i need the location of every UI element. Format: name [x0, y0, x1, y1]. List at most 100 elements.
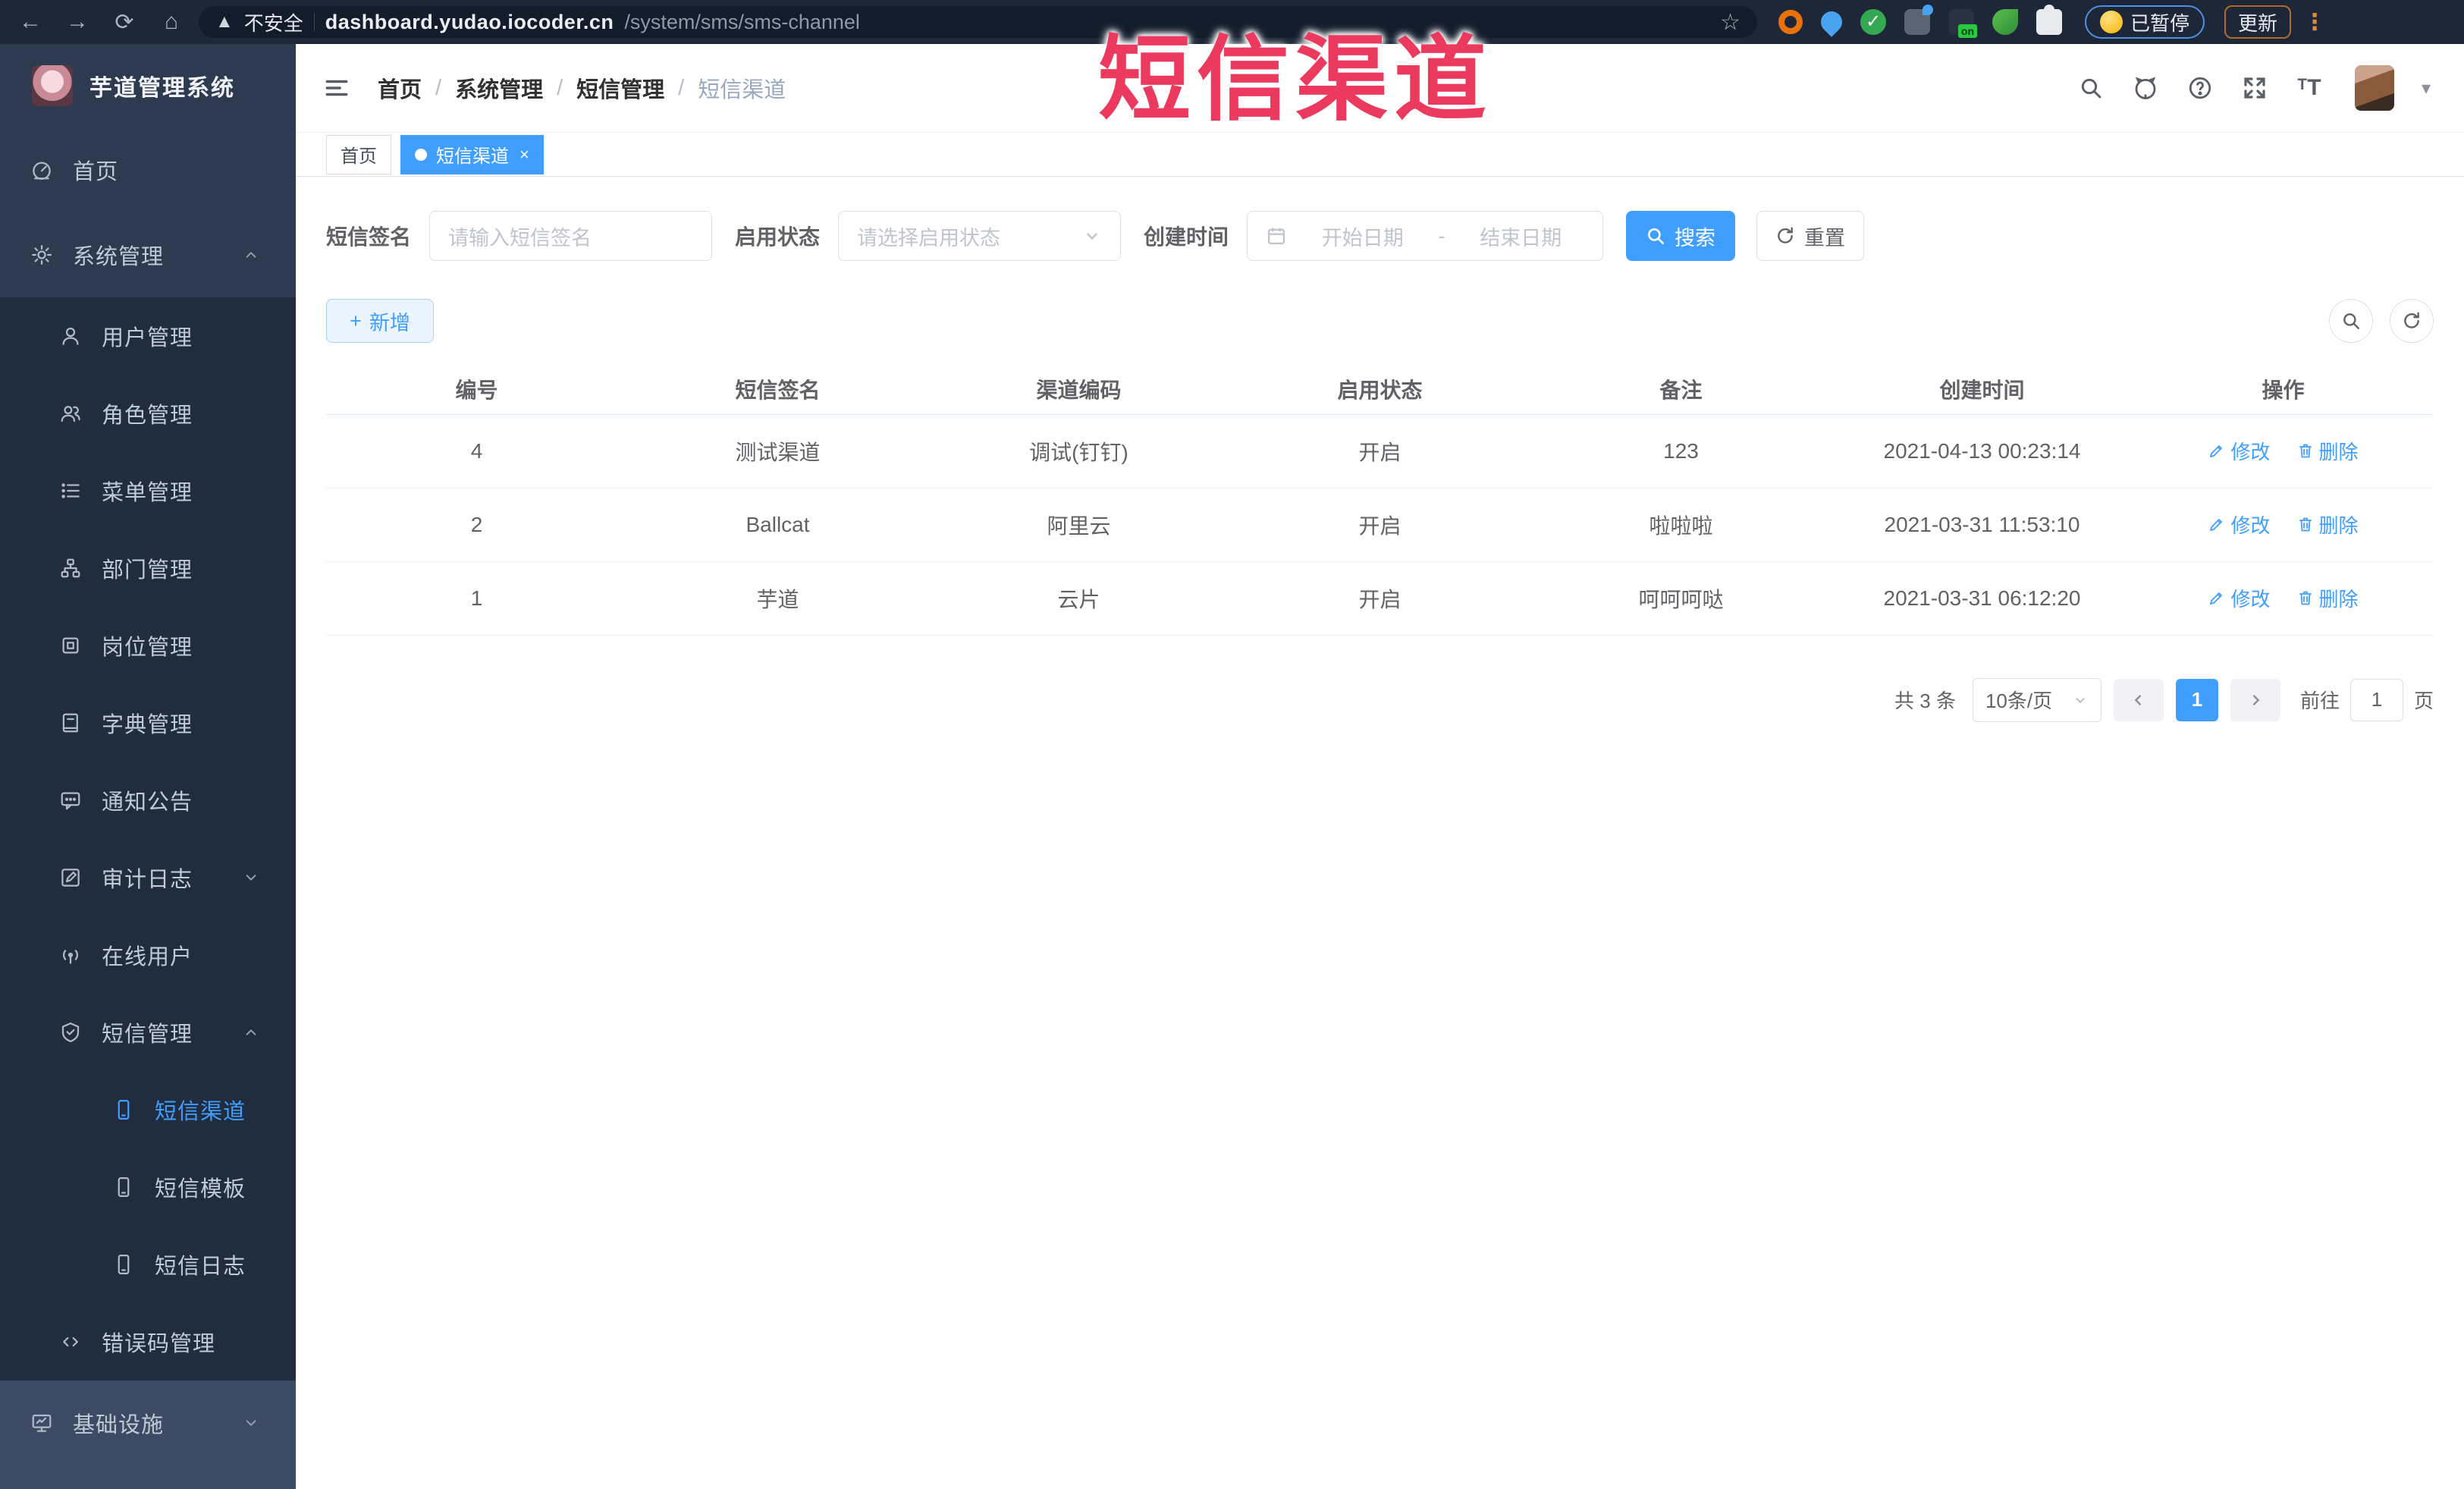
column-header: 备注: [1530, 364, 1832, 415]
help-icon[interactable]: [2186, 74, 2214, 102]
sidebar-item-5[interactable]: 菜单管理: [0, 452, 296, 529]
sidebar-item-17[interactable]: 基础设施: [0, 1381, 296, 1465]
delete-link[interactable]: 删除: [2296, 437, 2359, 465]
tab-label: 首页: [341, 146, 377, 167]
breadcrumb-separator: /: [435, 75, 442, 100]
sidebar-item-15[interactable]: 短信日志: [0, 1226, 296, 1303]
orange-ring-extension-icon[interactable]: [1778, 10, 1803, 34]
edit-icon: [2208, 441, 2226, 460]
breadcrumb-item-4: 短信渠道: [698, 78, 786, 102]
end-date-placeholder[interactable]: 结束日期: [1458, 221, 1585, 251]
delete-link-label: 删除: [2318, 587, 2359, 611]
cell-status: 开启: [1229, 561, 1530, 636]
search-button[interactable]: 搜索: [1626, 211, 1736, 261]
breadcrumb-item-3[interactable]: 短信管理: [576, 72, 664, 104]
menu-list-icon: [59, 479, 82, 502]
plant-extension-icon[interactable]: [1992, 9, 2018, 35]
refresh-table-button[interactable]: [2390, 299, 2434, 343]
header-search-icon[interactable]: [2077, 74, 2105, 102]
sidebar-item-9[interactable]: 通知公告: [0, 762, 296, 839]
collapse-sidebar-icon[interactable]: [322, 75, 352, 101]
browser-forward-icon[interactable]: →: [58, 5, 97, 39]
reset-button[interactable]: 重置: [1756, 211, 1865, 261]
edit-link[interactable]: 修改: [2208, 510, 2271, 539]
cell-sign: Ballcat: [627, 488, 928, 562]
page-number-button[interactable]: 1: [2175, 678, 2218, 721]
sidebar-item-10[interactable]: 审计日志: [0, 839, 296, 916]
edit-link[interactable]: 修改: [2208, 584, 2271, 612]
github-icon[interactable]: [2132, 74, 2159, 102]
sidebar-item-14[interactable]: 短信模板: [0, 1148, 296, 1226]
sidebar-item-6[interactable]: 部门管理: [0, 529, 296, 607]
sidebar-item-11[interactable]: 在线用户: [0, 916, 296, 994]
sidebar-item-1[interactable]: 首页: [0, 127, 296, 212]
add-button[interactable]: + 新增: [326, 299, 434, 343]
address-bar[interactable]: ▲ 不安全 dashboard.yudao.iocoder.cn/system/…: [199, 6, 1757, 38]
sidebar-item-8[interactable]: 字典管理: [0, 684, 296, 762]
refresh-icon: [1778, 227, 1793, 243]
browser-reload-icon[interactable]: ⟳: [105, 5, 144, 39]
paused-extension-badge[interactable]: 已暂停: [2085, 5, 2205, 39]
delete-link[interactable]: 删除: [2296, 510, 2359, 539]
font-size-icon[interactable]: ᵀT: [2296, 74, 2323, 102]
sidebar-item-7[interactable]: 岗位管理: [0, 607, 296, 684]
breadcrumb-separator: /: [678, 75, 685, 100]
avatar-caret-icon[interactable]: ▾: [2422, 77, 2431, 99]
edit-link[interactable]: 修改: [2208, 437, 2271, 465]
sidebar-item-label: 菜单管理: [102, 481, 193, 505]
filter-form: 短信签名 请输入短信签名 启用状态 请选择启用状态 创建时间 开始日期 - 结束…: [326, 211, 2434, 261]
sidebar-item-3[interactable]: 用户管理: [0, 297, 296, 375]
role-icon: [59, 402, 82, 425]
delete-link[interactable]: 删除: [2296, 584, 2359, 612]
fullscreen-icon[interactable]: [2241, 74, 2268, 102]
cell-status: 开启: [1229, 488, 1530, 562]
chrome-update-button[interactable]: 更新: [2224, 5, 2292, 39]
sidebar-item-4[interactable]: 角色管理: [0, 375, 296, 452]
sidebar-item-13[interactable]: 短信渠道: [0, 1071, 296, 1148]
sidebar-item-16[interactable]: 错误码管理: [0, 1303, 296, 1381]
tab-1[interactable]: 首页: [326, 134, 391, 174]
toggle-search-button[interactable]: [2329, 299, 2373, 343]
date-range-picker[interactable]: 开始日期 - 结束日期: [1247, 211, 1604, 261]
sliders-extension-icon[interactable]: [1904, 5, 1933, 35]
user-avatar[interactable]: [2354, 65, 2394, 111]
cell-id: 2: [326, 488, 627, 562]
cell-remark: 123: [1530, 414, 1832, 488]
chevron-down-icon: [2076, 697, 2085, 703]
security-warning-icon[interactable]: ▲: [215, 11, 234, 33]
security-warning-label[interactable]: 不安全: [244, 8, 303, 36]
cell-code: 云片: [928, 561, 1229, 636]
breadcrumb-item-1[interactable]: 首页: [378, 72, 422, 104]
sidebar-item-2[interactable]: 系统管理: [0, 212, 296, 297]
goto-page-input[interactable]: 1: [2349, 678, 2403, 721]
tab-2[interactable]: 短信渠道 ×: [400, 134, 544, 174]
sidebar: 芋道管理系统 首页 系统管理 用户管理 角色管理菜单管理部门管理 岗位管理 字典管理 通知公…: [0, 44, 296, 1489]
prev-page-button[interactable]: [2113, 678, 2164, 721]
start-date-placeholder[interactable]: 开始日期: [1299, 221, 1427, 251]
note-on-extension-icon[interactable]: [1948, 9, 1977, 38]
browser-home-icon[interactable]: ⌂: [152, 5, 191, 39]
next-page-button[interactable]: [2230, 678, 2280, 721]
browser-back-icon[interactable]: ←: [11, 5, 50, 39]
chevron-down-icon: [1087, 233, 1097, 240]
sidebar-item-label: 短信管理: [102, 1023, 193, 1047]
pagination: 共 3 条 10条/页 1 前往 1 页: [326, 677, 2434, 722]
sms-channel-table: 编号 短信签名 渠道编码 启用状态 备注 创建时间 操作 4 测试渠道 调试(钉钉) 开启 123 2…: [326, 364, 2434, 636]
puzzle-extensions-icon[interactable]: [2036, 5, 2062, 35]
table-toolbar: + 新增: [326, 299, 2434, 343]
breadcrumb-item-2[interactable]: 系统管理: [455, 72, 543, 104]
location-pin-extension-icon[interactable]: [1816, 7, 1847, 37]
status-select[interactable]: 请选择启用状态: [838, 211, 1122, 261]
chevron-down-icon: [241, 868, 261, 887]
green-check-extension-icon[interactable]: ✓: [1860, 9, 1886, 35]
page-size-select[interactable]: 10条/页: [1972, 677, 2101, 722]
close-tab-icon[interactable]: ×: [519, 145, 529, 165]
browser-menu-icon[interactable]: ⋮: [2303, 9, 2326, 36]
bookmark-star-icon[interactable]: ☆: [1720, 9, 1740, 36]
sidebar-item-12[interactable]: 短信管理: [0, 994, 296, 1071]
refresh-icon: [2404, 312, 2419, 328]
sign-input[interactable]: 请输入短信签名: [429, 211, 713, 261]
app-logo-row[interactable]: 芋道管理系统: [0, 44, 296, 127]
cell-status: 开启: [1229, 414, 1530, 488]
phone-icon: [112, 1098, 135, 1121]
